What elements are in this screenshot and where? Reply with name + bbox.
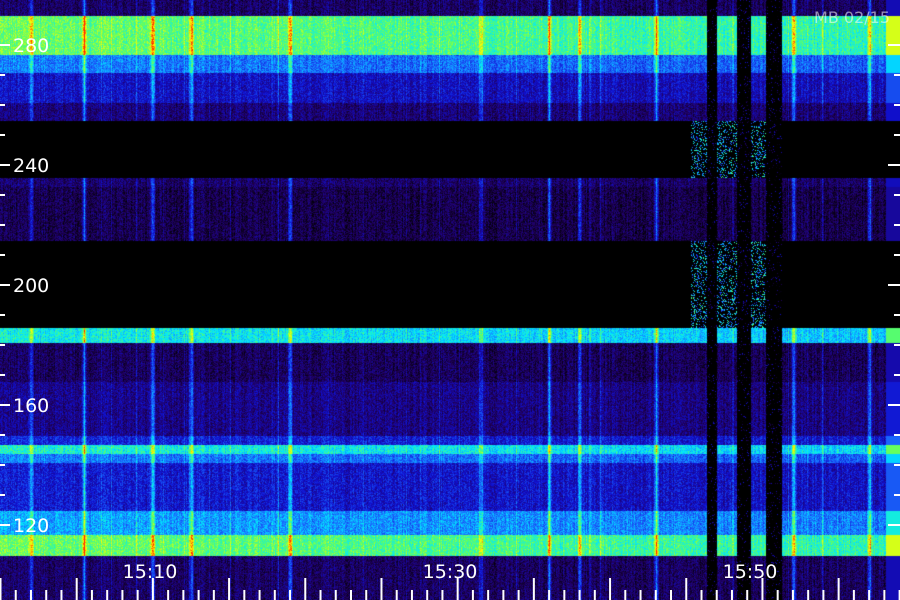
- station-date-label: MB 02/15: [814, 8, 890, 27]
- x-axis: 15:10 15:30 15:50: [0, 561, 900, 600]
- y-axis: 280 240 200 160 120: [0, 35, 900, 537]
- x-tick-label: 15:50: [723, 561, 778, 583]
- y-tick-label: 160: [13, 395, 49, 417]
- y-tick-label: 240: [13, 155, 49, 177]
- x-tick-label: 15:10: [123, 561, 178, 583]
- y-tick-label: 280: [13, 35, 49, 57]
- y-tick-label: 120: [13, 515, 49, 537]
- y-tick-label: 200: [13, 275, 49, 297]
- chart-overlay: 280 240 200 160 120 15:10 15:30 15:50 MB 02/15: [0, 8, 900, 600]
- x-tick-label: 15:30: [423, 561, 478, 583]
